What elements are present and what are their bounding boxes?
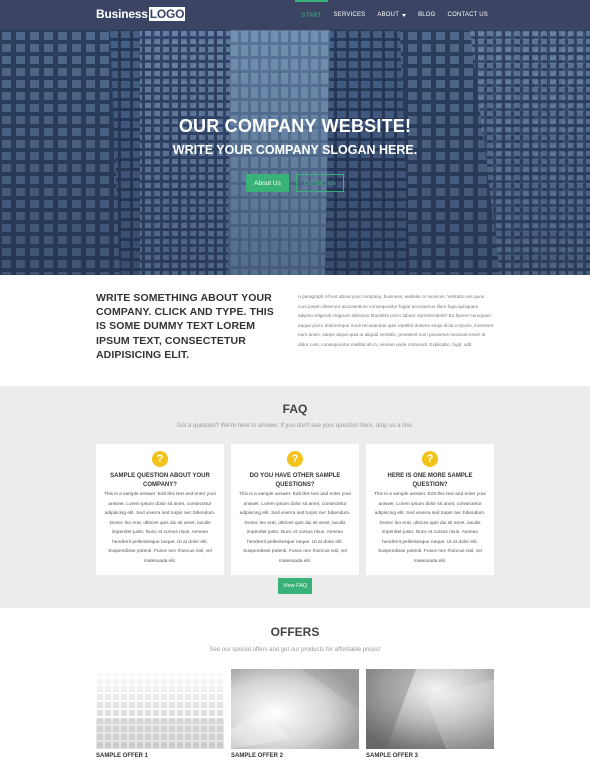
nav-item-services[interactable]: SERVICES — [328, 0, 372, 30]
nav-item-blog[interactable]: BLOG — [412, 0, 441, 30]
offer-image[interactable] — [366, 669, 494, 749]
faq-card: ? HERE IS ONE MORE SAMPLE QUESTION? This… — [366, 444, 494, 575]
offer-label[interactable]: SAMPLE OFFER 2 — [231, 753, 283, 759]
nav-item-about-label: ABOUT — [377, 12, 400, 18]
nav-item-contact[interactable]: CONTACT US — [442, 0, 494, 30]
offer-image[interactable] — [231, 669, 359, 749]
question-icon: ? — [287, 451, 303, 467]
offer-label[interactable]: SAMPLE OFFER 1 — [96, 753, 148, 759]
faq-title: FAQ — [282, 402, 308, 416]
faq-card-title: HERE IS ONE MORE SAMPLE QUESTION? — [387, 473, 473, 488]
offer-label[interactable]: SAMPLE OFFER 3 — [366, 753, 418, 759]
view-faq-button[interactable]: View FAQ — [278, 578, 312, 594]
faq-card-body: This is a sample answer. Edit this text … — [373, 492, 487, 564]
question-icon: ? — [152, 451, 168, 467]
about-paragraph: A paragraph of text about your company, … — [298, 294, 494, 347]
offers-subtitle: See our special offers and get our produ… — [209, 647, 381, 653]
faq-card: ? SAMPLE QUESTION ABOUT YOUR COMPANY? Th… — [96, 444, 224, 575]
main-menu: START SERVICES ABOUT BLOG CONTACT US — [295, 0, 494, 30]
offer-image[interactable] — [96, 669, 224, 749]
hero-banner: OUR COMPANY WEBSITE! WRITE YOUR COMPANY … — [0, 30, 590, 275]
contact-us-button[interactable]: Contact Us — [296, 174, 344, 192]
hero-title: OUR COMPANY WEBSITE! — [178, 116, 412, 136]
logo-text: Business — [96, 7, 148, 21]
caret-down-icon — [402, 13, 407, 17]
faq-card-title: DO YOU HAVE OTHER SAMPLE QUESTIONS? — [249, 473, 341, 488]
hero-slogan: WRITE YOUR COMPANY SLOGAN HERE. — [172, 143, 418, 157]
about-us-button[interactable]: About Us — [246, 174, 289, 192]
faq-card: ? DO YOU HAVE OTHER SAMPLE QUESTIONS? Th… — [231, 444, 359, 575]
question-icon: ? — [422, 451, 438, 467]
top-navbar: Business LOGO START SERVICES ABOUT BLOG C… — [0, 0, 590, 30]
logo-box: LOGO — [148, 7, 186, 21]
nav-item-about[interactable]: ABOUT — [371, 0, 412, 30]
faq-card-body: This is a sample answer. Edit this text … — [238, 492, 352, 564]
faq-card-body: This is a sample answer. Edit this text … — [103, 492, 217, 564]
about-heading: WRITE SOMETHING ABOUT YOUR COMPANY. CLIC… — [96, 292, 274, 361]
site-logo[interactable]: Business LOGO — [96, 7, 186, 21]
faq-card-title: SAMPLE QUESTION ABOUT YOUR COMPANY? — [110, 473, 210, 488]
faq-subtitle: Got a question? We're here to answer. If… — [176, 423, 414, 429]
nav-item-start[interactable]: START — [295, 0, 328, 30]
offers-title: OFFERS — [270, 625, 320, 639]
